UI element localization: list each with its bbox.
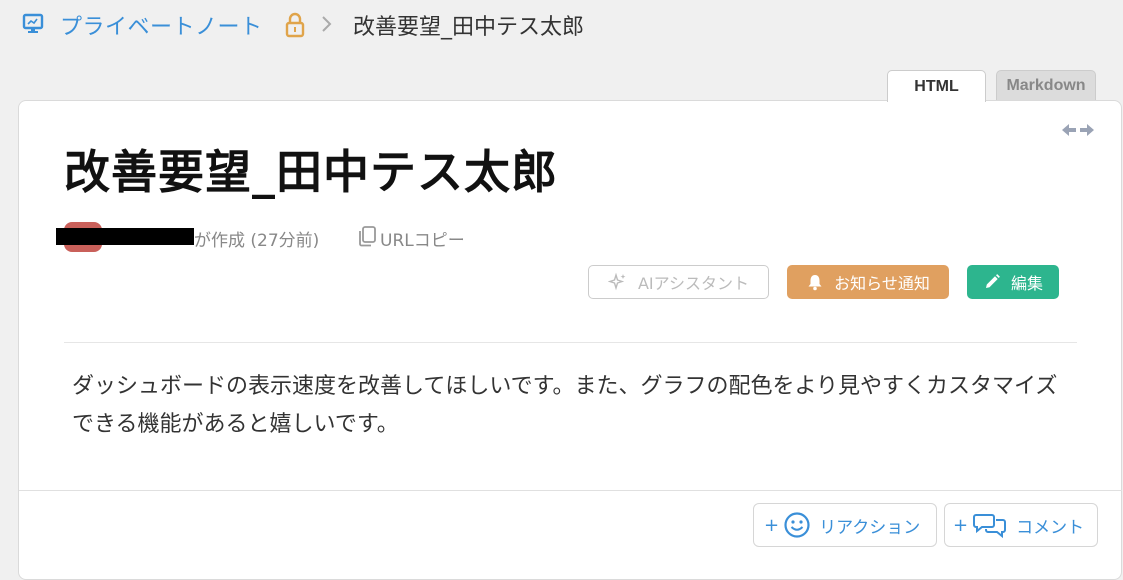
ai-assistant-label: AIアシスタント — [637, 274, 750, 293]
add-reaction-button[interactable]: + リアクション — [753, 503, 937, 547]
author-name-redacted — [56, 228, 194, 245]
computer-icon — [22, 13, 44, 33]
notify-button[interactable]: お知らせ通知 — [787, 265, 949, 299]
plus-sign: + — [953, 514, 969, 536]
chevron-right-icon — [322, 16, 332, 32]
edit-button[interactable]: 編集 — [967, 265, 1059, 299]
content-divider — [64, 342, 1077, 343]
tab-markdown[interactable]: Markdown — [996, 70, 1096, 100]
expand-horizontal-icon[interactable] — [1060, 122, 1096, 138]
plus-sign: + — [764, 514, 780, 536]
copy-icon[interactable] — [356, 225, 378, 247]
smiley-icon — [784, 512, 810, 538]
ai-assistant-button[interactable]: AIアシスタント — [588, 265, 769, 299]
footer-divider — [19, 490, 1122, 491]
note-title: 改善要望_田中テス太郎 — [64, 145, 558, 199]
author-created-text: が作成 (27分前) — [194, 231, 320, 251]
edit-label: 編集 — [1010, 274, 1043, 293]
tab-html[interactable]: HTML — [887, 70, 986, 102]
comments-icon — [973, 514, 1007, 539]
add-comment-button[interactable]: + コメント — [944, 503, 1098, 547]
copy-url-button[interactable]: URLコピー — [380, 226, 465, 251]
bell-icon — [808, 275, 822, 291]
pencil-icon — [985, 274, 1000, 288]
breadcrumb: プライベートノート 改善要望_田中テス太郎 — [0, 0, 1123, 50]
lock-icon — [285, 12, 305, 38]
note-body: ダッシュボードの表示速度を改善してほしいです。また、グラフの配色をより見やすくカ… — [72, 374, 1058, 437]
sparkle-icon — [607, 272, 626, 291]
breadcrumb-current: 改善要望_田中テス太郎 — [353, 15, 585, 40]
comment-label: コメント — [1016, 517, 1085, 538]
reaction-label: リアクション — [819, 517, 921, 538]
breadcrumb-parent-link[interactable]: プライベートノート — [60, 9, 263, 41]
notify-label: お知らせ通知 — [834, 274, 930, 293]
